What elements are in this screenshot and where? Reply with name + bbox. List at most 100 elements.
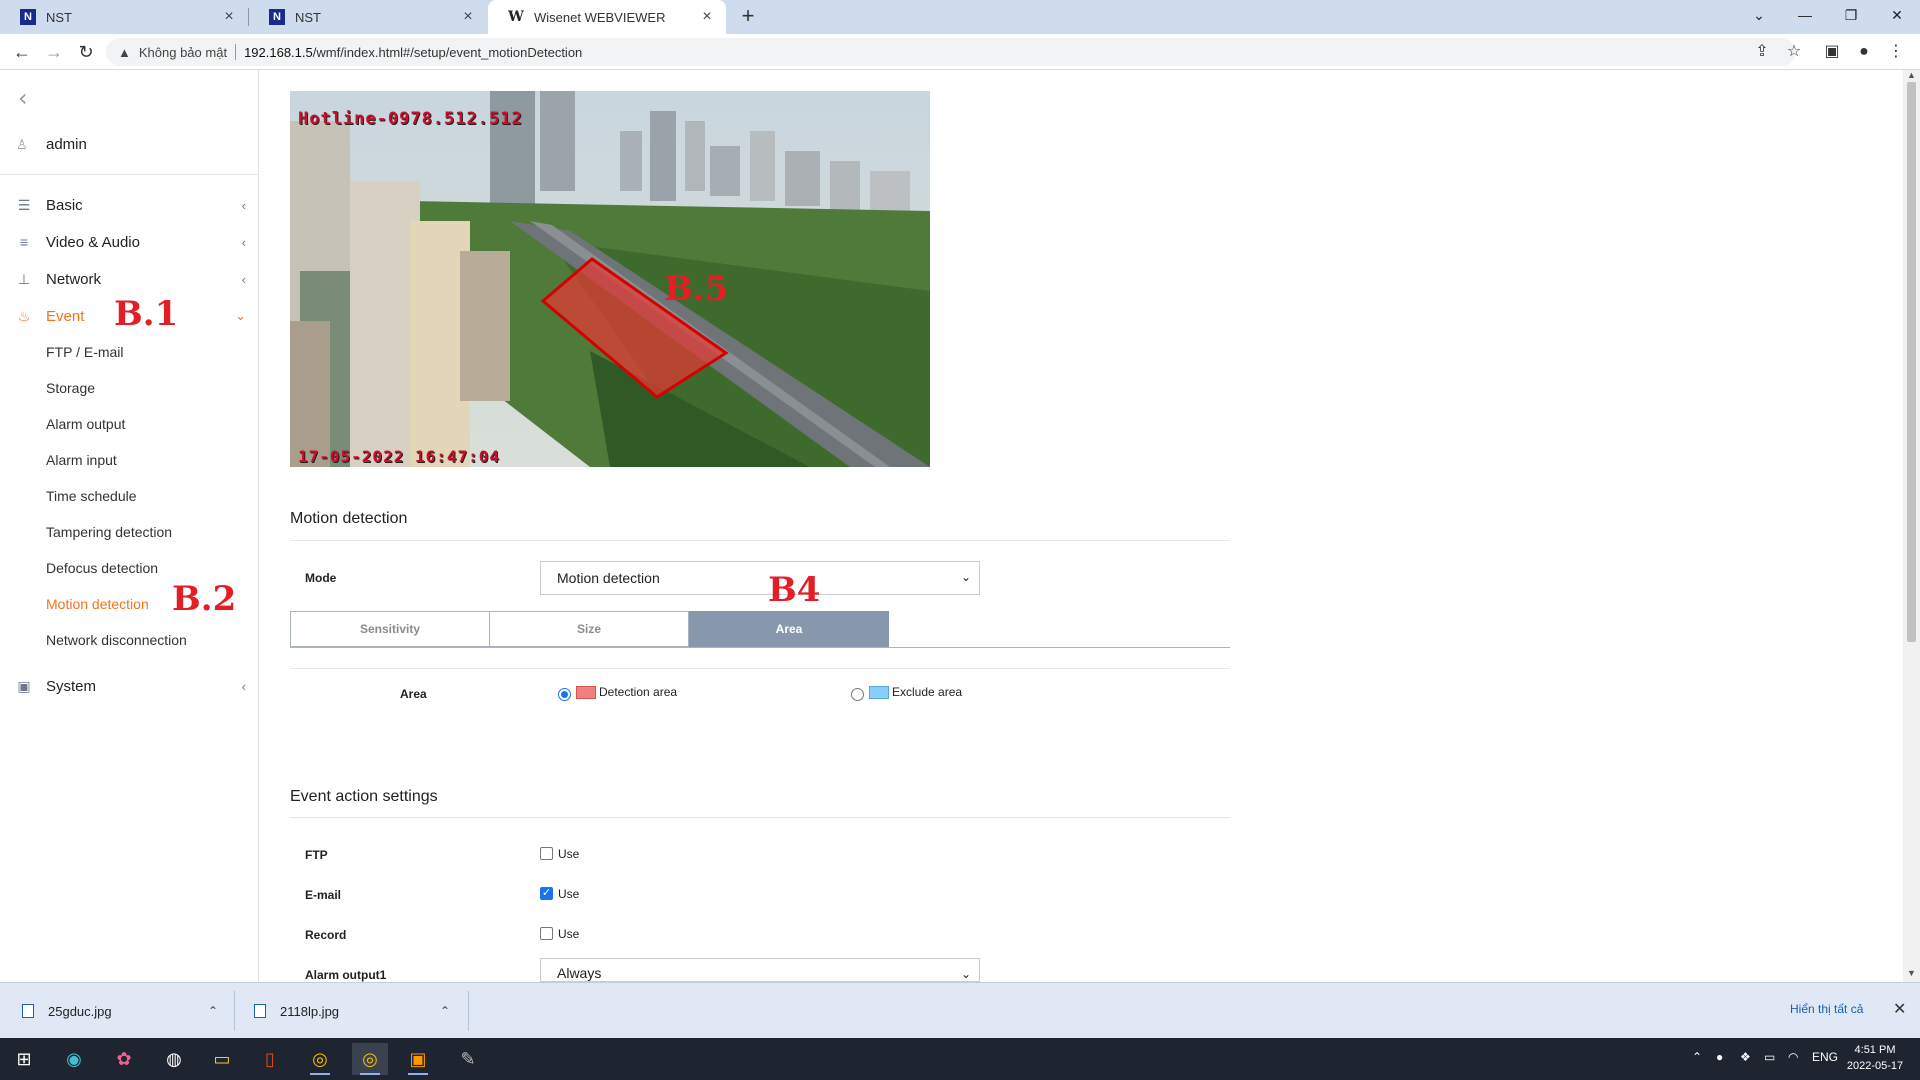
- alarm-output-select[interactable]: Always ⌄: [540, 958, 980, 982]
- menu-video-audio[interactable]: ≡ Video & Audio ‹: [16, 231, 246, 253]
- wifi-icon[interactable]: ◠: [1788, 1050, 1798, 1064]
- forward-icon[interactable]: →: [42, 40, 66, 64]
- browser-tab-nst-2[interactable]: N NST ×: [249, 0, 487, 34]
- not-secure-label: Không bảo mật: [138, 44, 228, 60]
- chrome-icon[interactable]: ◎: [302, 1043, 338, 1075]
- chevron-up-icon[interactable]: ⌃: [208, 1004, 218, 1018]
- sidebar-item-alarm-output[interactable]: Alarm output: [46, 416, 125, 432]
- alarm-icon: ♨: [17, 307, 31, 324]
- record-use-checkbox[interactable]: [540, 927, 553, 940]
- minimize-button[interactable]: —: [1782, 0, 1828, 30]
- browser-tab-strip: N NST × N NST × W Wisenet WEBVIEWER × + …: [0, 0, 1920, 34]
- scroll-down-icon[interactable]: ▼: [1907, 968, 1916, 978]
- media-app-icon[interactable]: ✿: [106, 1043, 142, 1075]
- file-explorer-icon[interactable]: ▭: [204, 1043, 240, 1075]
- collapse-back-icon[interactable]: ‹: [18, 84, 28, 112]
- page-scrollbar[interactable]: ▲ ▼: [1903, 70, 1920, 982]
- tray-app-icon[interactable]: ●: [1716, 1050, 1723, 1064]
- tray-chevron-up-icon[interactable]: ⌃: [1692, 1050, 1702, 1064]
- event-action-title: Event action settings: [290, 788, 438, 805]
- tab-area[interactable]: Area: [689, 611, 889, 647]
- sidebar-item-defocus-detection[interactable]: Defocus detection: [46, 560, 158, 576]
- menu-label: System: [46, 677, 97, 695]
- chrome-active-icon[interactable]: ◎: [352, 1043, 388, 1075]
- sidebar-item-motion-detection[interactable]: Motion detection: [46, 596, 149, 612]
- email-use-checkbox[interactable]: ✓: [540, 887, 553, 900]
- office-app-icon[interactable]: ▯: [252, 1043, 288, 1075]
- bookmark-star-icon[interactable]: ☆: [1782, 40, 1806, 64]
- menu-basic[interactable]: ☰ Basic ‹: [16, 194, 246, 216]
- sidebar-item-tampering-detection[interactable]: Tampering detection: [46, 524, 172, 540]
- detection-area-radio[interactable]: [558, 688, 571, 701]
- sidebar-item-storage[interactable]: Storage: [46, 380, 95, 396]
- mode-select[interactable]: Motion detection ⌄: [540, 561, 980, 595]
- ftp-label: FTP: [305, 848, 328, 862]
- menu-label: Network: [46, 270, 102, 288]
- nst-favicon-icon: N: [269, 9, 285, 25]
- side-panel-icon[interactable]: ▣: [1820, 40, 1844, 64]
- record-use-label: Use: [558, 927, 580, 941]
- menu-kebab-icon[interactable]: ⋮: [1884, 40, 1908, 64]
- ftp-use-checkbox[interactable]: [540, 847, 553, 860]
- language-indicator[interactable]: ENG: [1812, 1050, 1838, 1064]
- detection-area-swatch: [576, 686, 596, 699]
- close-window-button[interactable]: ✕: [1874, 0, 1920, 30]
- scroll-up-icon[interactable]: ▲: [1907, 70, 1916, 80]
- camera-preview[interactable]: Hotline-0978.512.512 17-05-2022 16:47:04…: [290, 91, 930, 467]
- email-use-label: Use: [558, 887, 580, 901]
- image-file-icon: [22, 1004, 34, 1018]
- windows-start-icon[interactable]: ⊞: [6, 1043, 42, 1075]
- close-tab-icon[interactable]: ×: [220, 8, 238, 26]
- reload-icon[interactable]: ↻: [74, 40, 98, 64]
- browser-tab-wisenet[interactable]: W Wisenet WEBVIEWER ×: [488, 0, 726, 34]
- close-tab-icon[interactable]: ×: [459, 8, 477, 26]
- close-tab-icon[interactable]: ×: [698, 8, 716, 26]
- battery-icon[interactable]: ▭: [1764, 1050, 1775, 1064]
- edge-browser-icon[interactable]: ◉: [56, 1043, 92, 1075]
- orange-app-icon[interactable]: ▣: [400, 1043, 436, 1075]
- username: admin: [46, 136, 87, 153]
- dropbox-icon[interactable]: ❖: [1740, 1050, 1751, 1064]
- camera-image: [290, 91, 930, 467]
- tab-size[interactable]: Size: [489, 611, 689, 647]
- scrollbar-thumb[interactable]: [1907, 82, 1916, 642]
- new-tab-button[interactable]: +: [736, 5, 760, 29]
- sidebar-item-time-schedule[interactable]: Time schedule: [46, 488, 137, 504]
- chevron-left-icon: ‹: [241, 197, 246, 213]
- share-icon[interactable]: ⇪: [1750, 40, 1774, 64]
- exclude-area-radio[interactable]: [851, 688, 864, 701]
- restore-button[interactable]: ❐: [1828, 0, 1874, 30]
- sidebar-item-alarm-input[interactable]: Alarm input: [46, 452, 117, 468]
- user-icon: ♙: [16, 136, 28, 152]
- image-file-icon: [254, 1004, 266, 1018]
- annotation-b5: B.5: [664, 269, 729, 309]
- menu-system[interactable]: ▣ System ‹: [16, 675, 246, 697]
- chevron-left-icon: ‹: [241, 234, 246, 250]
- sidebar-item-ftp-email[interactable]: FTP / E-mail: [46, 344, 124, 360]
- alarm-output-label: Alarm output1: [305, 968, 387, 982]
- system-icon: ▣: [17, 677, 31, 694]
- menu-network[interactable]: ⊥ Network ‹: [16, 268, 246, 290]
- annotation-b2: B.2: [172, 579, 237, 619]
- zalo-app-icon[interactable]: ◍: [156, 1043, 192, 1075]
- chevron-up-icon[interactable]: ⌃: [440, 1004, 450, 1018]
- download-separator: [234, 991, 235, 1031]
- sidebar-item-network-disconnection[interactable]: Network disconnection: [46, 632, 187, 648]
- taskbar-clock[interactable]: 4:51 PM 2022-05-17: [1840, 1042, 1910, 1074]
- back-icon[interactable]: ←: [10, 40, 34, 64]
- download-item[interactable]: 25gduc.jpg ⌃: [22, 983, 232, 1039]
- profile-avatar-icon[interactable]: ●: [1852, 40, 1876, 64]
- close-shelf-icon[interactable]: ✕: [1893, 999, 1906, 1019]
- paint-app-icon[interactable]: ✎: [450, 1043, 486, 1075]
- sidebar-divider: [0, 174, 259, 175]
- network-icon: ⊥: [17, 270, 31, 287]
- tab-search-icon[interactable]: ⌄: [1736, 0, 1782, 30]
- tab-sensitivity[interactable]: Sensitivity: [290, 611, 490, 647]
- address-bar[interactable]: ▲ Không bảo mật 192.168.1.5/wmf/index.ht…: [106, 38, 1796, 66]
- show-all-downloads-link[interactable]: Hiển thị tất cả: [1790, 1002, 1863, 1016]
- browser-tab-nst-1[interactable]: N NST ×: [0, 0, 248, 34]
- chevron-down-icon: ⌄: [960, 570, 971, 584]
- download-item[interactable]: 2118lp.jpg ⌃: [254, 983, 464, 1039]
- ftp-use-label: Use: [558, 847, 580, 861]
- tab-title: NST: [295, 9, 321, 25]
